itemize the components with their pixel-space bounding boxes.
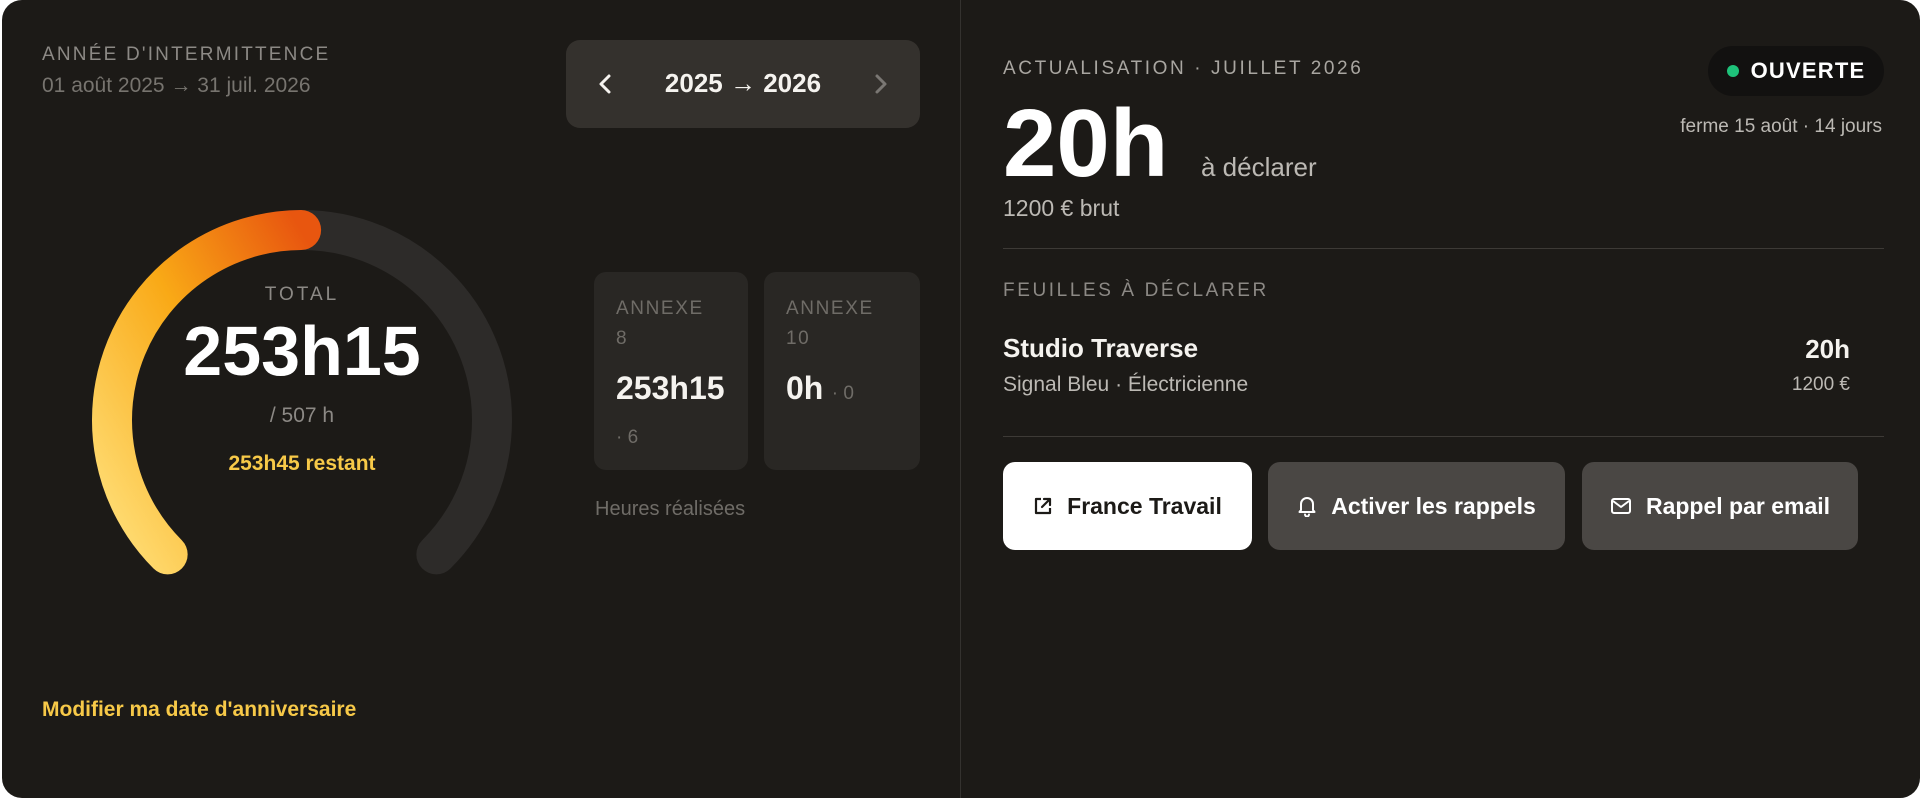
activate-reminders-button[interactable]: Activer les rappels [1268,462,1565,550]
total-max: / 507 h [269,404,335,427]
intermittence-card: ANNÉE D'INTERMITTENCE 01 août 2025 → 31 … [2,0,1920,798]
brut-amount: 1200 € brut [1003,195,1120,221]
status-dot-icon [1726,65,1739,77]
status-badge: OUVERTE [1708,46,1884,96]
year-range: 01 août 2025 → 31 juil. 2026 [42,74,311,97]
year-navigator: 2025 → 2026 [566,40,920,128]
sheet-hours: 20h [1805,334,1850,364]
france-travail-label: France Travail [1067,492,1222,519]
hours-suffix: à déclarer [1201,152,1317,182]
gauge-summary: TOTAL 253h15 / 507 h 253h45 restant [102,284,502,476]
status-text: OUVERTE [1750,58,1866,83]
chevron-right-icon [875,74,887,94]
annexe-8-value: 253h15 [616,370,725,406]
total-value: 253h15 [183,312,421,390]
annexe-8-count: · 6 [616,427,639,448]
next-year-button[interactable] [862,66,898,102]
hours-done-label: Heures réalisées [595,498,746,520]
close-info: ferme 15 août · 14 jours [1680,116,1882,137]
annexe-8-card: ANNEXE 8 253h15 · 6 [594,272,748,470]
year-label: ANNÉE D'INTERMITTENCE [42,44,331,65]
divider [1003,248,1884,249]
sheet-employer: Studio Traverse [1003,333,1199,363]
email-reminder-label: Rappel par email [1645,492,1831,519]
activate-reminders-label: Activer les rappels [1331,492,1536,519]
sheets-label: FEUILLES À DÉCLARER [1003,280,1269,301]
sheet-details: Signal Bleu · Électricienne [1003,373,1249,396]
email-reminder-button[interactable]: Rappel par email [1582,462,1858,550]
modify-anniversary-link[interactable]: Modifier ma date d'anniversaire [42,698,356,722]
mail-icon [1610,498,1631,514]
annexe-10-value: 0h [786,370,824,406]
panel-divider [960,0,961,798]
annexe-10-label: ANNEXE 10 [786,298,874,349]
hours-to-declare: 20h [1003,90,1169,197]
remaining-hours: 253h45 restant [228,452,376,475]
annexe-10-count: · 0 [831,383,854,404]
france-travail-button[interactable]: France Travail [1003,462,1252,550]
actualisation-label: ACTUALISATION · JUILLET 2026 [1003,58,1364,79]
external-link-icon [1035,497,1052,515]
sheet-amount: 1200 € [1791,374,1850,395]
annexe-10-card: ANNEXE 10 0h · 0 [764,272,920,470]
annexe-8-label: ANNEXE 8 [616,298,704,349]
bell-icon [1298,497,1316,517]
total-label: TOTAL [264,284,340,305]
divider [1003,436,1884,437]
